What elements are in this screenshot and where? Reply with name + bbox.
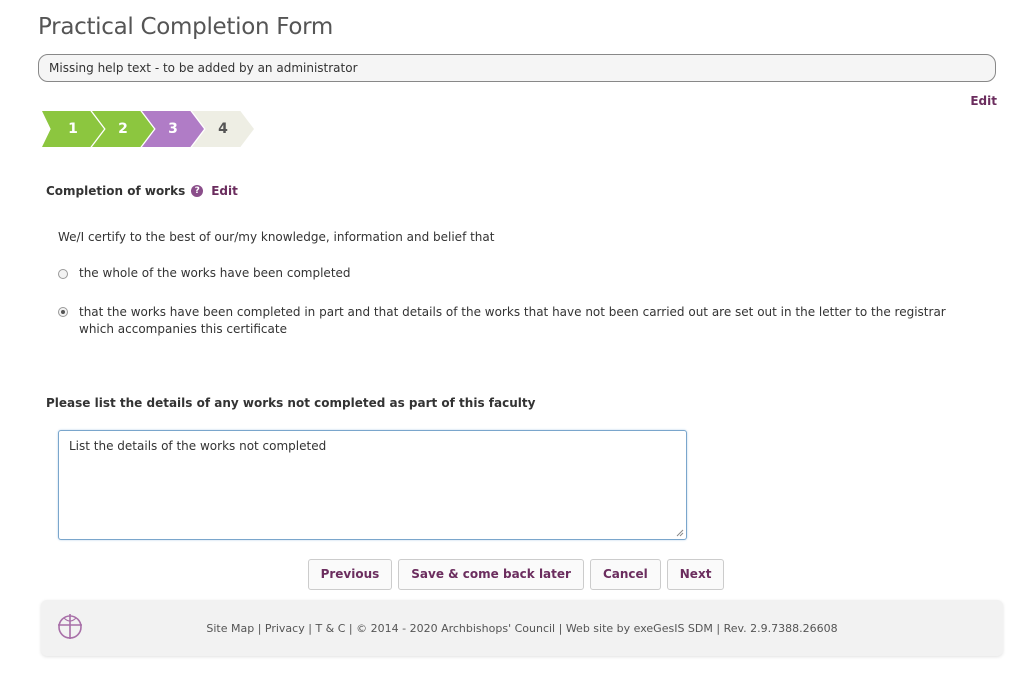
- footer: Site Map | Privacy | T & C | © 2014 - 20…: [41, 600, 1003, 656]
- privacy-link[interactable]: Privacy: [265, 622, 305, 635]
- step-1[interactable]: 1: [42, 111, 104, 147]
- section-heading-label: Completion of works: [46, 184, 186, 198]
- certify-statement: We/I certify to the best of our/my knowl…: [58, 230, 495, 244]
- details-label: Please list the details of any works not…: [46, 396, 536, 410]
- resize-grip-icon[interactable]: [676, 529, 684, 537]
- footer-links: Site Map | Privacy | T & C | © 2014 - 20…: [206, 622, 838, 635]
- details-textarea[interactable]: [58, 430, 687, 540]
- radio-button[interactable]: [58, 269, 68, 279]
- revision-text: Rev. 2.9.7388.26608: [723, 622, 838, 635]
- terms-link[interactable]: T & C: [315, 622, 345, 635]
- question-icon[interactable]: ?: [191, 185, 204, 197]
- progress-steps: 1 2 3 4: [42, 111, 282, 147]
- site-map-link[interactable]: Site Map: [206, 622, 254, 635]
- website-by-link[interactable]: Web site by exeGesIS SDM: [566, 622, 713, 635]
- radio-option-label: that the works have been completed in pa…: [79, 305, 946, 336]
- radio-option-label: the whole of the works have been complet…: [79, 266, 351, 280]
- next-button[interactable]: Next: [666, 559, 725, 590]
- help-text-box: Missing help text - to be added by an ad…: [38, 54, 996, 82]
- edit-section-link[interactable]: Edit: [211, 184, 238, 198]
- radio-option-part-works[interactable]: that the works have been completed in pa…: [58, 304, 978, 338]
- save-later-button[interactable]: Save & come back later: [398, 559, 584, 590]
- edit-help-link[interactable]: Edit: [970, 94, 997, 108]
- form-buttons: Previous Save & come back later Cancel N…: [0, 559, 1024, 590]
- cancel-button[interactable]: Cancel: [589, 559, 661, 590]
- radio-button-selected[interactable]: [58, 307, 68, 317]
- copyright-text: © 2014 - 2020 Archbishops' Council: [356, 622, 556, 635]
- section-heading: Completion of works ? Edit: [46, 184, 238, 198]
- page-title: Practical Completion Form: [38, 14, 333, 40]
- radio-option-whole-works[interactable]: the whole of the works have been complet…: [58, 266, 351, 280]
- previous-button[interactable]: Previous: [307, 559, 393, 590]
